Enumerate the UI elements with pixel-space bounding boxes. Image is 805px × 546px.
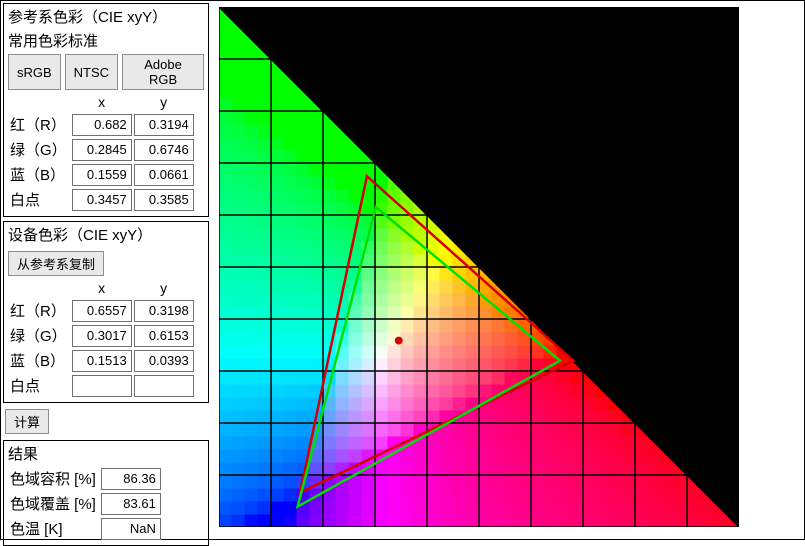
dev-b-x-input[interactable] xyxy=(72,350,132,372)
chromaticity-chart xyxy=(219,7,739,527)
adobe-rgb-button[interactable]: Adobe RGB xyxy=(122,54,204,90)
ref-g-x-input[interactable] xyxy=(72,139,132,161)
ref-r-x-input[interactable] xyxy=(72,114,132,136)
standards-label: 常用色彩标准 xyxy=(4,29,208,54)
device-panel: 设备色彩（CIE xyY） 从参考系复制 x y 红（R） 绿（G） xyxy=(3,221,209,403)
dev-r-y-input[interactable] xyxy=(134,300,194,322)
reference-table: x y 红（R） 绿（G） 蓝（B） xyxy=(8,94,195,212)
results-panel: 结果 色域容积 [%] 色域覆盖 [%] 色温 [K] xyxy=(3,440,209,546)
ref-col-y: y xyxy=(133,94,195,112)
ntsc-button[interactable]: NTSC xyxy=(65,54,118,90)
ref-b-y-input[interactable] xyxy=(134,164,194,186)
standards-buttons: sRGB NTSC Adobe RGB xyxy=(4,54,208,94)
ref-col-x: x xyxy=(71,94,133,112)
chart-area xyxy=(211,1,804,539)
left-column: 参考系色彩（CIE xyY） 常用色彩标准 sRGB NTSC Adobe RG… xyxy=(1,1,211,539)
coverage-value xyxy=(101,493,161,515)
device-table: x y 红（R） 绿（G） 蓝（B） xyxy=(8,280,195,398)
ref-b-x-input[interactable] xyxy=(72,164,132,186)
reference-title: 参考系色彩（CIE xyY） xyxy=(4,4,208,29)
ref-w-x-input[interactable] xyxy=(72,189,132,211)
area-label: 色域容积 [%] xyxy=(8,466,100,491)
dev-col-x: x xyxy=(71,280,133,298)
ref-g-label: 绿（G） xyxy=(8,137,71,162)
ref-b-label: 蓝（B） xyxy=(8,162,71,187)
reference-panel: 参考系色彩（CIE xyY） 常用色彩标准 sRGB NTSC Adobe RG… xyxy=(3,3,209,217)
calculate-button[interactable]: 计算 xyxy=(5,409,49,434)
dev-g-y-input[interactable] xyxy=(134,325,194,347)
dev-r-x-input[interactable] xyxy=(72,300,132,322)
ref-r-label: 红（R） xyxy=(8,112,71,137)
dev-w-x-input[interactable] xyxy=(72,375,132,397)
area-value xyxy=(101,468,161,490)
ref-g-y-input[interactable] xyxy=(134,139,194,161)
temp-label: 色温 [K] xyxy=(8,516,100,541)
dev-r-label: 红（R） xyxy=(8,298,71,323)
ref-r-y-input[interactable] xyxy=(134,114,194,136)
ref-w-label: 白点 xyxy=(8,187,71,212)
copy-from-reference-button[interactable]: 从参考系复制 xyxy=(8,251,104,276)
dev-b-y-input[interactable] xyxy=(134,350,194,372)
dev-w-label: 白点 xyxy=(8,373,71,398)
app-root: 参考系色彩（CIE xyY） 常用色彩标准 sRGB NTSC Adobe RG… xyxy=(0,0,805,540)
results-title: 结果 xyxy=(4,441,208,464)
temp-value xyxy=(101,518,161,540)
device-title: 设备色彩（CIE xyY） xyxy=(4,222,208,247)
ref-w-y-input[interactable] xyxy=(134,189,194,211)
coverage-label: 色域覆盖 [%] xyxy=(8,491,100,516)
results-table: 色域容积 [%] 色域覆盖 [%] 色温 [K] xyxy=(8,466,162,541)
dev-b-label: 蓝（B） xyxy=(8,348,71,373)
dev-g-label: 绿（G） xyxy=(8,323,71,348)
srgb-button[interactable]: sRGB xyxy=(8,54,61,90)
dev-col-y: y xyxy=(133,280,195,298)
dev-w-y-input[interactable] xyxy=(134,375,194,397)
dev-g-x-input[interactable] xyxy=(72,325,132,347)
